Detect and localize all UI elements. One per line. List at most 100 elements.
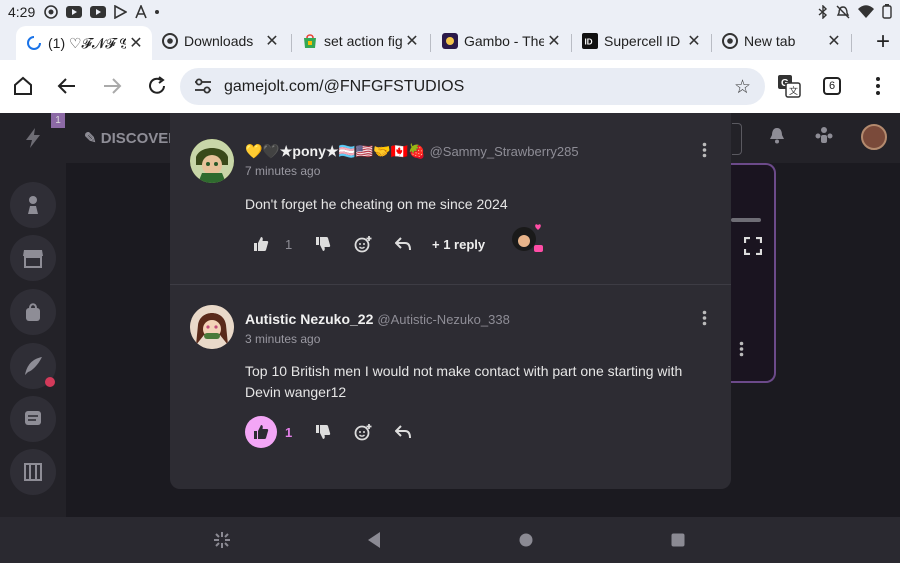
search-box-edge[interactable] bbox=[732, 123, 742, 155]
chat-icon bbox=[25, 411, 41, 425]
sidebar-item-inventory[interactable] bbox=[10, 289, 56, 335]
home-button[interactable] bbox=[10, 73, 36, 99]
reload-button[interactable] bbox=[144, 73, 170, 99]
comment-item: Autistic Nezuko_22 @Autistic-Nezuko_338 3… bbox=[170, 285, 731, 489]
url-text[interactable]: gamejolt.com/@FNFGFSTUDIOS bbox=[224, 78, 464, 96]
pawn-icon bbox=[28, 196, 38, 214]
more-vert-icon bbox=[702, 310, 707, 326]
dislike-button[interactable] bbox=[315, 227, 331, 261]
friends-icon[interactable] bbox=[814, 126, 834, 144]
chrome-icon bbox=[722, 33, 738, 49]
play-store-status-icon bbox=[114, 5, 127, 19]
comment-avatar[interactable] bbox=[190, 305, 234, 349]
library-icon bbox=[24, 463, 42, 481]
close-tab-icon[interactable]: ✕ bbox=[544, 31, 564, 51]
bag-icon bbox=[26, 303, 40, 321]
sidebar-item-chat[interactable] bbox=[10, 396, 56, 442]
more-vert-icon bbox=[876, 77, 880, 95]
bookmark-star-icon[interactable]: ☆ bbox=[734, 76, 751, 99]
bluetooth-icon bbox=[818, 4, 828, 19]
bell-icon[interactable] bbox=[769, 126, 785, 144]
discover-link[interactable]: ✎ DISCOVER bbox=[84, 129, 179, 147]
close-tab-icon[interactable]: ✕ bbox=[402, 31, 422, 51]
reply-button[interactable] bbox=[395, 415, 411, 449]
reply-arrow-icon bbox=[395, 237, 411, 251]
nav-back-icon[interactable] bbox=[366, 531, 382, 549]
comment-author[interactable]: 💛🖤★pony★🏳️‍⚧️🇺🇸🤝🇨🇦🍓 @Sammy_Strawberry285 bbox=[245, 143, 579, 160]
like-button[interactable] bbox=[245, 227, 277, 261]
comment-menu-button[interactable] bbox=[702, 142, 707, 163]
close-tab-icon[interactable]: ✕ bbox=[262, 31, 282, 51]
user-avatar[interactable] bbox=[861, 124, 887, 150]
dislike-button[interactable] bbox=[315, 415, 331, 449]
tab-title: Supercell ID bbox=[604, 33, 681, 49]
sidebar-item-home[interactable] bbox=[10, 182, 56, 228]
new-tab-button[interactable]: + bbox=[876, 28, 890, 56]
like-count: 1 bbox=[285, 236, 293, 252]
address-bar[interactable]: gamejolt.com/@FNFGFSTUDIOS ☆ bbox=[180, 68, 765, 105]
sidebar-item-library[interactable] bbox=[10, 449, 56, 495]
comment-menu-button[interactable] bbox=[702, 310, 707, 331]
web-page: 1 ✎ DISCOVER bbox=[0, 113, 900, 517]
username-handle: @Sammy_Strawberry285 bbox=[429, 144, 579, 159]
text-status-icon bbox=[135, 5, 147, 19]
nav-home-icon[interactable] bbox=[518, 531, 534, 549]
tab-downloads[interactable]: Downloads ✕ bbox=[152, 26, 288, 56]
sticker-add-icon bbox=[354, 236, 372, 253]
reload-icon bbox=[149, 76, 165, 94]
tab-separator bbox=[851, 34, 852, 52]
assistant-icon[interactable] bbox=[213, 531, 231, 549]
comment-text: Top 10 British men I would not make cont… bbox=[245, 363, 683, 400]
translate-button[interactable]: G文 bbox=[776, 73, 802, 99]
view-replies-link[interactable]: + 1 reply bbox=[432, 227, 485, 261]
forward-button[interactable] bbox=[99, 73, 125, 99]
notification-badge: 1 bbox=[51, 113, 65, 128]
tab-title: (1) ♡𝓕𝓝𝓕 𝓖𝓲𝓻𝓵𝓯 bbox=[48, 34, 126, 51]
close-tab-icon[interactable]: ✕ bbox=[126, 33, 146, 53]
tab-supercell[interactable]: ID Supercell ID ✕ bbox=[572, 26, 710, 56]
gamejolt-logo-icon[interactable] bbox=[22, 127, 44, 149]
close-tab-icon[interactable]: ✕ bbox=[684, 31, 704, 51]
more-vert-icon[interactable] bbox=[739, 341, 744, 357]
sidebar-item-store[interactable] bbox=[10, 235, 56, 281]
site-settings-icon[interactable] bbox=[194, 78, 212, 99]
tab-shopping[interactable]: set action figu ✕ bbox=[292, 26, 428, 56]
nav-recents-icon[interactable] bbox=[670, 531, 686, 549]
store-icon bbox=[23, 250, 43, 268]
translate-icon: G文 bbox=[778, 75, 801, 98]
comment-author[interactable]: Autistic Nezuko_22 @Autistic-Nezuko_338 bbox=[245, 311, 510, 327]
fullscreen-icon[interactable] bbox=[744, 237, 762, 255]
tab-switcher-button[interactable]: 6 bbox=[819, 73, 845, 99]
tab-separator bbox=[430, 34, 431, 52]
reply-button[interactable] bbox=[395, 227, 411, 261]
quill-icon bbox=[25, 357, 42, 375]
tab-count: 6 bbox=[823, 77, 841, 95]
username-handle: @Autistic-Nezuko_338 bbox=[377, 312, 510, 327]
sticker-add-icon bbox=[354, 424, 372, 441]
notification-dot bbox=[45, 377, 55, 387]
thumbs-down-icon bbox=[316, 237, 331, 251]
tab-gambo[interactable]: Gambo - The V ✕ bbox=[432, 26, 570, 56]
svg-text:ID: ID bbox=[585, 38, 593, 47]
tab-gamejolt[interactable]: (1) ♡𝓕𝓝𝓕 𝓖𝓲𝓻𝓵𝓯 ✕ bbox=[16, 26, 152, 60]
loading-icon bbox=[26, 35, 42, 51]
forward-arrow-icon bbox=[104, 78, 122, 94]
status-bar: 4:29 bbox=[0, 0, 900, 24]
display-name: Autistic Nezuko_22 bbox=[245, 311, 374, 327]
shopping-icon bbox=[302, 33, 318, 49]
add-sticker-button[interactable] bbox=[354, 227, 372, 261]
replier-avatar[interactable] bbox=[510, 221, 546, 255]
back-button[interactable] bbox=[54, 73, 80, 99]
reply-arrow-icon bbox=[395, 425, 411, 439]
menu-button[interactable] bbox=[865, 73, 891, 99]
comment-avatar[interactable] bbox=[190, 139, 234, 183]
add-sticker-button[interactable] bbox=[354, 415, 372, 449]
tab-new[interactable]: New tab ✕ bbox=[712, 26, 850, 56]
tab-title: set action figu bbox=[324, 33, 402, 49]
like-button[interactable] bbox=[245, 415, 277, 449]
id-icon: ID bbox=[582, 33, 598, 49]
system-nav-bar bbox=[0, 517, 900, 563]
chrome-icon bbox=[162, 33, 178, 49]
comment-timestamp: 3 minutes ago bbox=[245, 332, 321, 346]
close-tab-icon[interactable]: ✕ bbox=[824, 31, 844, 51]
